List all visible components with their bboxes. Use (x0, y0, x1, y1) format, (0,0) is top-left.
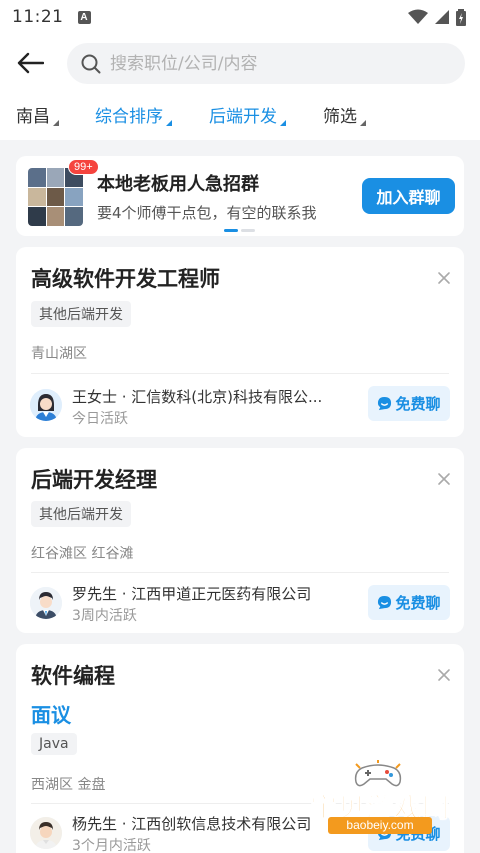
carousel-dot (241, 229, 255, 232)
dropdown-triangle-icon (280, 120, 286, 126)
carousel-dot-active (224, 229, 238, 232)
battery-icon (456, 8, 466, 26)
unread-badge: 99+ (68, 159, 99, 175)
dropdown-triangle-icon (166, 120, 172, 126)
close-icon[interactable] (436, 270, 452, 286)
job-title: 软件编程 (31, 664, 115, 688)
filter-sort[interactable]: 综合排序 (95, 92, 172, 136)
job-location: 西湖区 金盘 (31, 777, 106, 793)
back-button[interactable] (0, 34, 60, 92)
search-input[interactable] (110, 53, 430, 74)
recruiter-info: 罗先生 · 江西甲道正元医药有限公司 (72, 585, 312, 603)
group-photo-collage (28, 168, 83, 226)
carousel-indicator (224, 229, 255, 232)
avatar (30, 587, 62, 619)
search-box[interactable] (67, 43, 465, 84)
notification-icon: A (77, 10, 91, 24)
job-location: 红谷滩区 红谷滩 (31, 546, 134, 562)
job-location: 青山湖区 (31, 346, 87, 362)
status-time: 11:21 (12, 7, 64, 27)
filter-label: 后端开发 (209, 106, 277, 127)
filter-more[interactable]: 筛选 (323, 92, 366, 136)
divider (31, 373, 449, 374)
filter-label: 南昌 (16, 106, 50, 127)
watermark: 宝贝游戏网 baobeiy.com (300, 760, 460, 848)
filter-category[interactable]: 后端开发 (209, 92, 286, 136)
recruiter-info: 王女士 · 汇信数科(北京)科技有限公... (72, 388, 323, 406)
job-title: 高级软件开发工程师 (31, 267, 220, 291)
job-title: 后端开发经理 (31, 468, 157, 492)
group-chat-banner[interactable]: 99+ 本地老板用人急招群 要4个师傅干点包，有空的联系我 加入群聊 (16, 156, 464, 236)
filter-bar: 南昌 综合排序 后端开发 筛选 (0, 92, 480, 140)
avatar (30, 389, 62, 421)
job-salary: 面议 (31, 703, 71, 727)
active-time: 3周内活跃 (72, 608, 137, 624)
filter-label: 筛选 (323, 106, 357, 127)
search-icon (81, 54, 101, 73)
status-bar: 11:21 A (0, 0, 480, 34)
status-icons (408, 8, 466, 26)
dropdown-triangle-icon (360, 120, 366, 126)
filter-label: 综合排序 (95, 106, 163, 127)
chat-label: 免费聊 (395, 395, 441, 413)
wifi-icon (408, 9, 428, 24)
chat-bubble-icon (378, 595, 392, 610)
job-tag: Java (31, 733, 77, 755)
chat-bubble-icon (378, 396, 392, 411)
job-tag: 其他后端开发 (31, 501, 131, 527)
free-chat-button[interactable]: 免费聊 (368, 585, 450, 620)
job-card[interactable]: 高级软件开发工程师 其他后端开发 青山湖区 王女士 · 汇信数科(北京)科技有限… (16, 247, 464, 437)
banner-subtitle: 要4个师傅干点包，有空的联系我 (97, 204, 317, 222)
join-group-button[interactable]: 加入群聊 (362, 178, 455, 214)
close-icon[interactable] (436, 667, 452, 683)
signal-icon (435, 10, 449, 24)
close-icon[interactable] (436, 471, 452, 487)
top-bar (0, 34, 480, 92)
banner-title: 本地老板用人急招群 (97, 174, 259, 195)
active-time: 3个月内活跃 (72, 838, 151, 853)
watermark-url: baobeiy.com (328, 817, 432, 834)
avatar (30, 817, 62, 849)
job-card[interactable]: 后端开发经理 其他后端开发 红谷滩区 红谷滩 罗先生 · 江西甲道正元医药有限公… (16, 448, 464, 633)
free-chat-button[interactable]: 免费聊 (368, 386, 450, 421)
recruiter-info: 杨先生 · 江西创软信息技术有限公司 (72, 815, 312, 833)
job-tag: 其他后端开发 (31, 301, 131, 327)
divider (31, 572, 449, 573)
active-time: 今日活跃 (72, 411, 128, 427)
filter-city[interactable]: 南昌 (16, 92, 59, 136)
arrow-left-icon (17, 52, 44, 74)
dropdown-triangle-icon (53, 120, 59, 126)
chat-label: 免费聊 (395, 594, 441, 612)
